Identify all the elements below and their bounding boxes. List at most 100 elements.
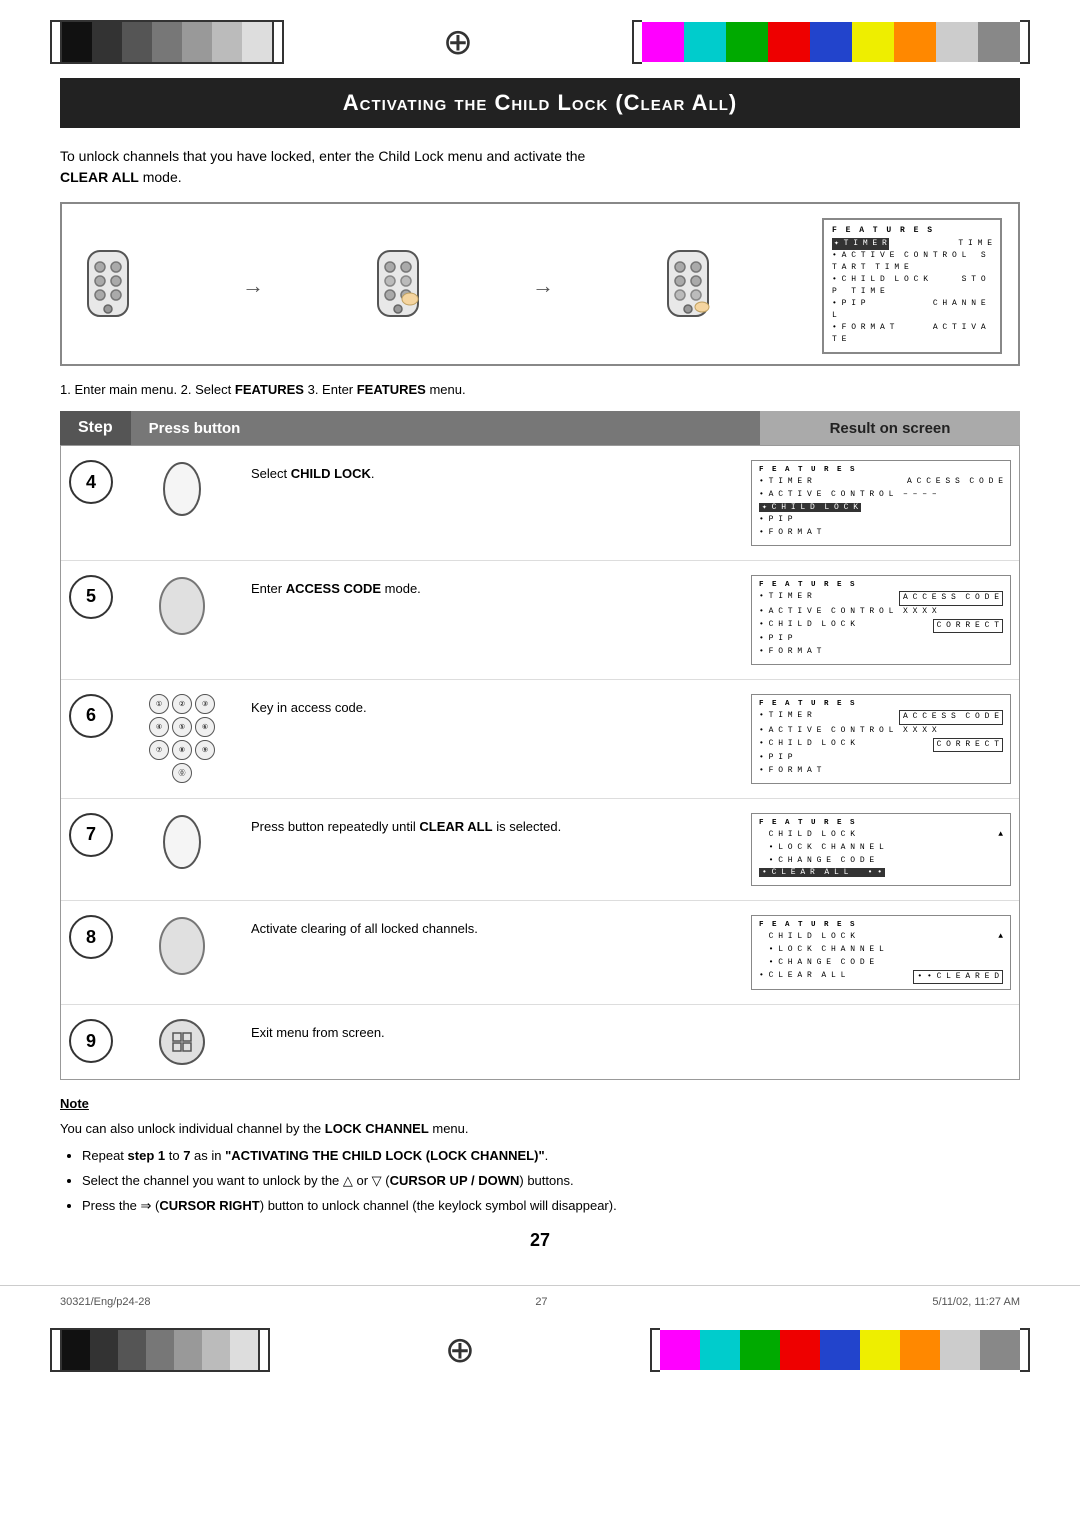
color-block-2 [92,22,122,62]
key-8[interactable]: ⑧ [172,740,192,760]
step-result-6: F E A T U R E S • T I M E R A C C E S S … [751,694,1011,784]
step-num-8: 8 [69,915,113,959]
menu-active-control: • A C T I V E C O N T R O L S T A R T T … [832,250,992,274]
intro-text: To unlock channels that you have locked,… [60,146,1020,188]
remote-2 [368,249,428,324]
step-row-5: 5 Enter ACCESS CODE mode. F E A T U R E … [61,561,1019,680]
menu-button[interactable] [159,1019,205,1065]
step-desc-5: Enter ACCESS CODE mode. [251,575,737,599]
menu-time: T I M E [958,238,992,250]
key-2[interactable]: ② [172,694,192,714]
color-bar-cyan [684,22,726,62]
step-desc-9: Exit menu from screen. [251,1019,737,1043]
step-desc-4: Select CHILD LOCK. [251,460,737,484]
menu-icon [171,1031,193,1053]
crosshair-top: ⊕ [443,21,473,63]
numpad[interactable]: ① ② ③ ④ ⑤ ⑥ ⑦ ⑧ ⑨ ⓪ [149,694,215,783]
bot-color-2 [90,1330,118,1370]
step-row-8: 8 Activate clearing of all locked channe… [61,901,1019,1005]
ok-button-2[interactable] [156,915,208,977]
note-item-2: Select the channel you want to unlock by… [82,1171,1020,1192]
bot-color-green [740,1330,780,1370]
steps-container: 4 Select CHILD LOCK. F E A T U R E S • T… [60,445,1020,1080]
note-title: Note [60,1094,1020,1115]
header-result: Result on screen [760,411,1020,445]
up-button[interactable] [161,460,203,518]
step-num-5: 5 [69,575,113,619]
color-bar-green [726,22,768,62]
note-item-1: Repeat step 1 to 7 as in "ACTIVATING THE… [82,1146,1020,1167]
bot-color-7 [230,1330,258,1370]
page-title: Activating the Child Lock (Clear All) [60,78,1020,128]
note-item-3: Press the ⇒ (CURSOR RIGHT) button to unl… [82,1196,1020,1217]
step-button-8 [127,915,237,977]
arrow-2: → [532,273,554,299]
footer: 30321/Eng/p24-28 27 5/11/02, 11:27 AM [0,1285,1080,1318]
page-number: 27 [60,1230,1020,1251]
step-button-6: ① ② ③ ④ ⑤ ⑥ ⑦ ⑧ ⑨ ⓪ [127,694,237,783]
color-block-3 [122,22,152,62]
bot-color-blue [820,1330,860,1370]
bot-color-orange [900,1330,940,1370]
menu-screen-top: F E A T U R E S ✦ T I M E R T I M E • A … [822,218,1002,354]
step-result-5: F E A T U R E S • T I M E R A C C E S S … [751,575,1011,665]
key-7[interactable]: ⑦ [149,740,169,760]
key-5[interactable]: ⑤ [172,717,192,737]
color-block-5 [182,22,212,62]
step-num-4: 4 [69,460,113,504]
menu-child-lock-top: • C H I L D L O C K S T O P T I M E [832,274,992,298]
step-row-4: 4 Select CHILD LOCK. F E A T U R E S • T… [61,446,1019,561]
bot-color-5 [174,1330,202,1370]
instruction-box: → → [60,202,1020,366]
key-1[interactable]: ① [149,694,169,714]
key-3[interactable]: ③ [195,694,215,714]
header-step: Step [60,411,131,445]
color-block-4 [152,22,182,62]
step-header: Step Press button Result on screen [60,411,1020,445]
crosshair-bottom: ⊕ [445,1329,475,1371]
color-block-7 [242,22,272,62]
step-desc-6: Key in access code. [251,694,737,718]
menu-title: F E A T U R E S [832,226,992,235]
main-content: Activating the Child Lock (Clear All) To… [0,68,1080,1285]
step-desc-7: Press button repeatedly until CLEAR ALL … [251,813,737,837]
step-result-4: F E A T U R E S • T I M E R A C C E S S … [751,460,1011,546]
remote-svg-2 [368,249,428,324]
bot-color-3 [118,1330,146,1370]
bot-color-red [780,1330,820,1370]
footer-left: 30321/Eng/p24-28 [60,1296,151,1308]
bot-color-6 [202,1330,230,1370]
note-list: Repeat step 1 to 7 as in "ACTIVATING THE… [82,1146,1020,1216]
step-button-7 [127,813,237,871]
header-press: Press button [131,411,760,445]
footer-right: 5/11/02, 11:27 AM [932,1296,1020,1308]
instruction-steps-text: 1. Enter main menu. 2. Select FEATURES 3… [60,382,1020,397]
bot-color-gray [980,1330,1020,1370]
step-num-6: 6 [69,694,113,738]
footer-center: 27 [535,1296,547,1308]
key-9[interactable]: ⑨ [195,740,215,760]
color-bar-yellow [852,22,894,62]
remote-1 [78,249,138,324]
menu-timer: ✦ T I M E R [832,238,889,250]
bot-color-cyan [700,1330,740,1370]
color-bar-blue [810,22,852,62]
key-4[interactable]: ④ [149,717,169,737]
ok-button[interactable] [156,575,208,637]
note-text: You can also unlock individual channel b… [60,1119,1020,1140]
color-bar-orange [894,22,936,62]
color-bar-red [768,22,810,62]
bot-color-yellow [860,1330,900,1370]
step-row-7: 7 Press button repeatedly until CLEAR AL… [61,799,1019,901]
bot-color-1 [62,1330,90,1370]
remote-3 [658,249,718,324]
step-row-6: 6 ① ② ③ ④ ⑤ ⑥ ⑦ ⑧ ⑨ ⓪ Key in access code… [61,680,1019,799]
remote-svg-3 [658,249,718,324]
key-0[interactable]: ⓪ [172,763,192,783]
color-bar-magenta [642,22,684,62]
up-button-2[interactable] [161,813,203,871]
key-6[interactable]: ⑥ [195,717,215,737]
step-desc-8: Activate clearing of all locked channels… [251,915,737,939]
arrow-1: → [242,273,264,299]
bot-color-4 [146,1330,174,1370]
